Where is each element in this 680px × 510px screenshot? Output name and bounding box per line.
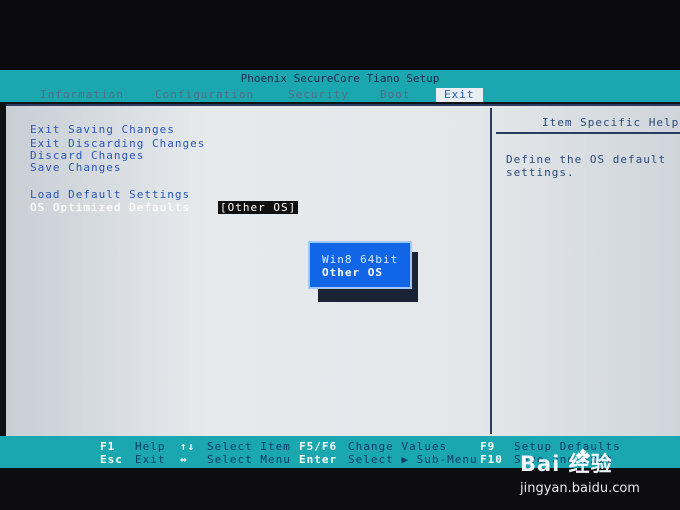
popup-option-other-os[interactable]: Other OS: [322, 266, 383, 279]
help-title: Item Specific Help: [542, 116, 680, 129]
os-select-popup: Win8 64bit Other OS: [308, 241, 412, 289]
desc-select-item: Select Item: [207, 440, 291, 453]
panel-divider: [490, 108, 492, 434]
os-optimized-defaults[interactable]: OS Optimized Defaults: [30, 201, 190, 214]
tab-exit[interactable]: Exit: [436, 88, 483, 102]
key-f5f6: F5/F6: [299, 440, 338, 453]
help-header-divider: [496, 132, 680, 134]
key-esc: Esc: [100, 453, 123, 466]
save-changes[interactable]: Save Changes: [30, 161, 121, 174]
exit-saving-changes[interactable]: Exit Saving Changes: [30, 123, 175, 136]
desc-select-menu: Select Menu: [207, 453, 291, 466]
popup-option-win8[interactable]: Win8 64bit: [322, 253, 398, 266]
desc-change-values: Change Values: [348, 440, 448, 453]
paw-icon: ❖: [574, 444, 592, 468]
key-updown-icon: ↑↓: [180, 440, 196, 453]
desc-help: Help: [135, 440, 166, 453]
os-optimized-value[interactable]: [Other OS]: [218, 201, 299, 214]
bios-title: Phoenix SecureCore Tiano Setup: [240, 72, 440, 85]
bios-title-bar: Phoenix SecureCore Tiano Setup: [0, 70, 680, 88]
key-enter: Enter: [299, 453, 338, 466]
desc-exit: Exit: [135, 453, 166, 466]
tab-boot[interactable]: Boot: [380, 88, 411, 102]
key-f9: F9: [480, 440, 496, 453]
baidu-watermark: Bai 经验 ❖ jingyan.baidu.com: [520, 444, 670, 502]
key-f1: F1: [100, 440, 116, 453]
tab-information[interactable]: Information: [40, 88, 124, 102]
watermark-url: jingyan.baidu.com: [520, 481, 640, 496]
load-default-settings[interactable]: Load Default Settings: [30, 188, 190, 201]
key-leftright-icon: ↔: [180, 453, 188, 466]
key-f10: F10: [480, 453, 503, 466]
help-text: Define the OS default settings.: [506, 153, 667, 179]
desc-select-submenu: Select ▶ Sub-Menu: [348, 453, 478, 466]
tab-security[interactable]: Security: [288, 88, 349, 102]
bios-menu-bar: Information Configuration Security Boot …: [0, 88, 680, 102]
watermark-brand: Bai 经验: [520, 452, 613, 476]
tab-configuration[interactable]: Configuration: [155, 88, 254, 102]
monitor-bezel-top: [0, 0, 680, 70]
